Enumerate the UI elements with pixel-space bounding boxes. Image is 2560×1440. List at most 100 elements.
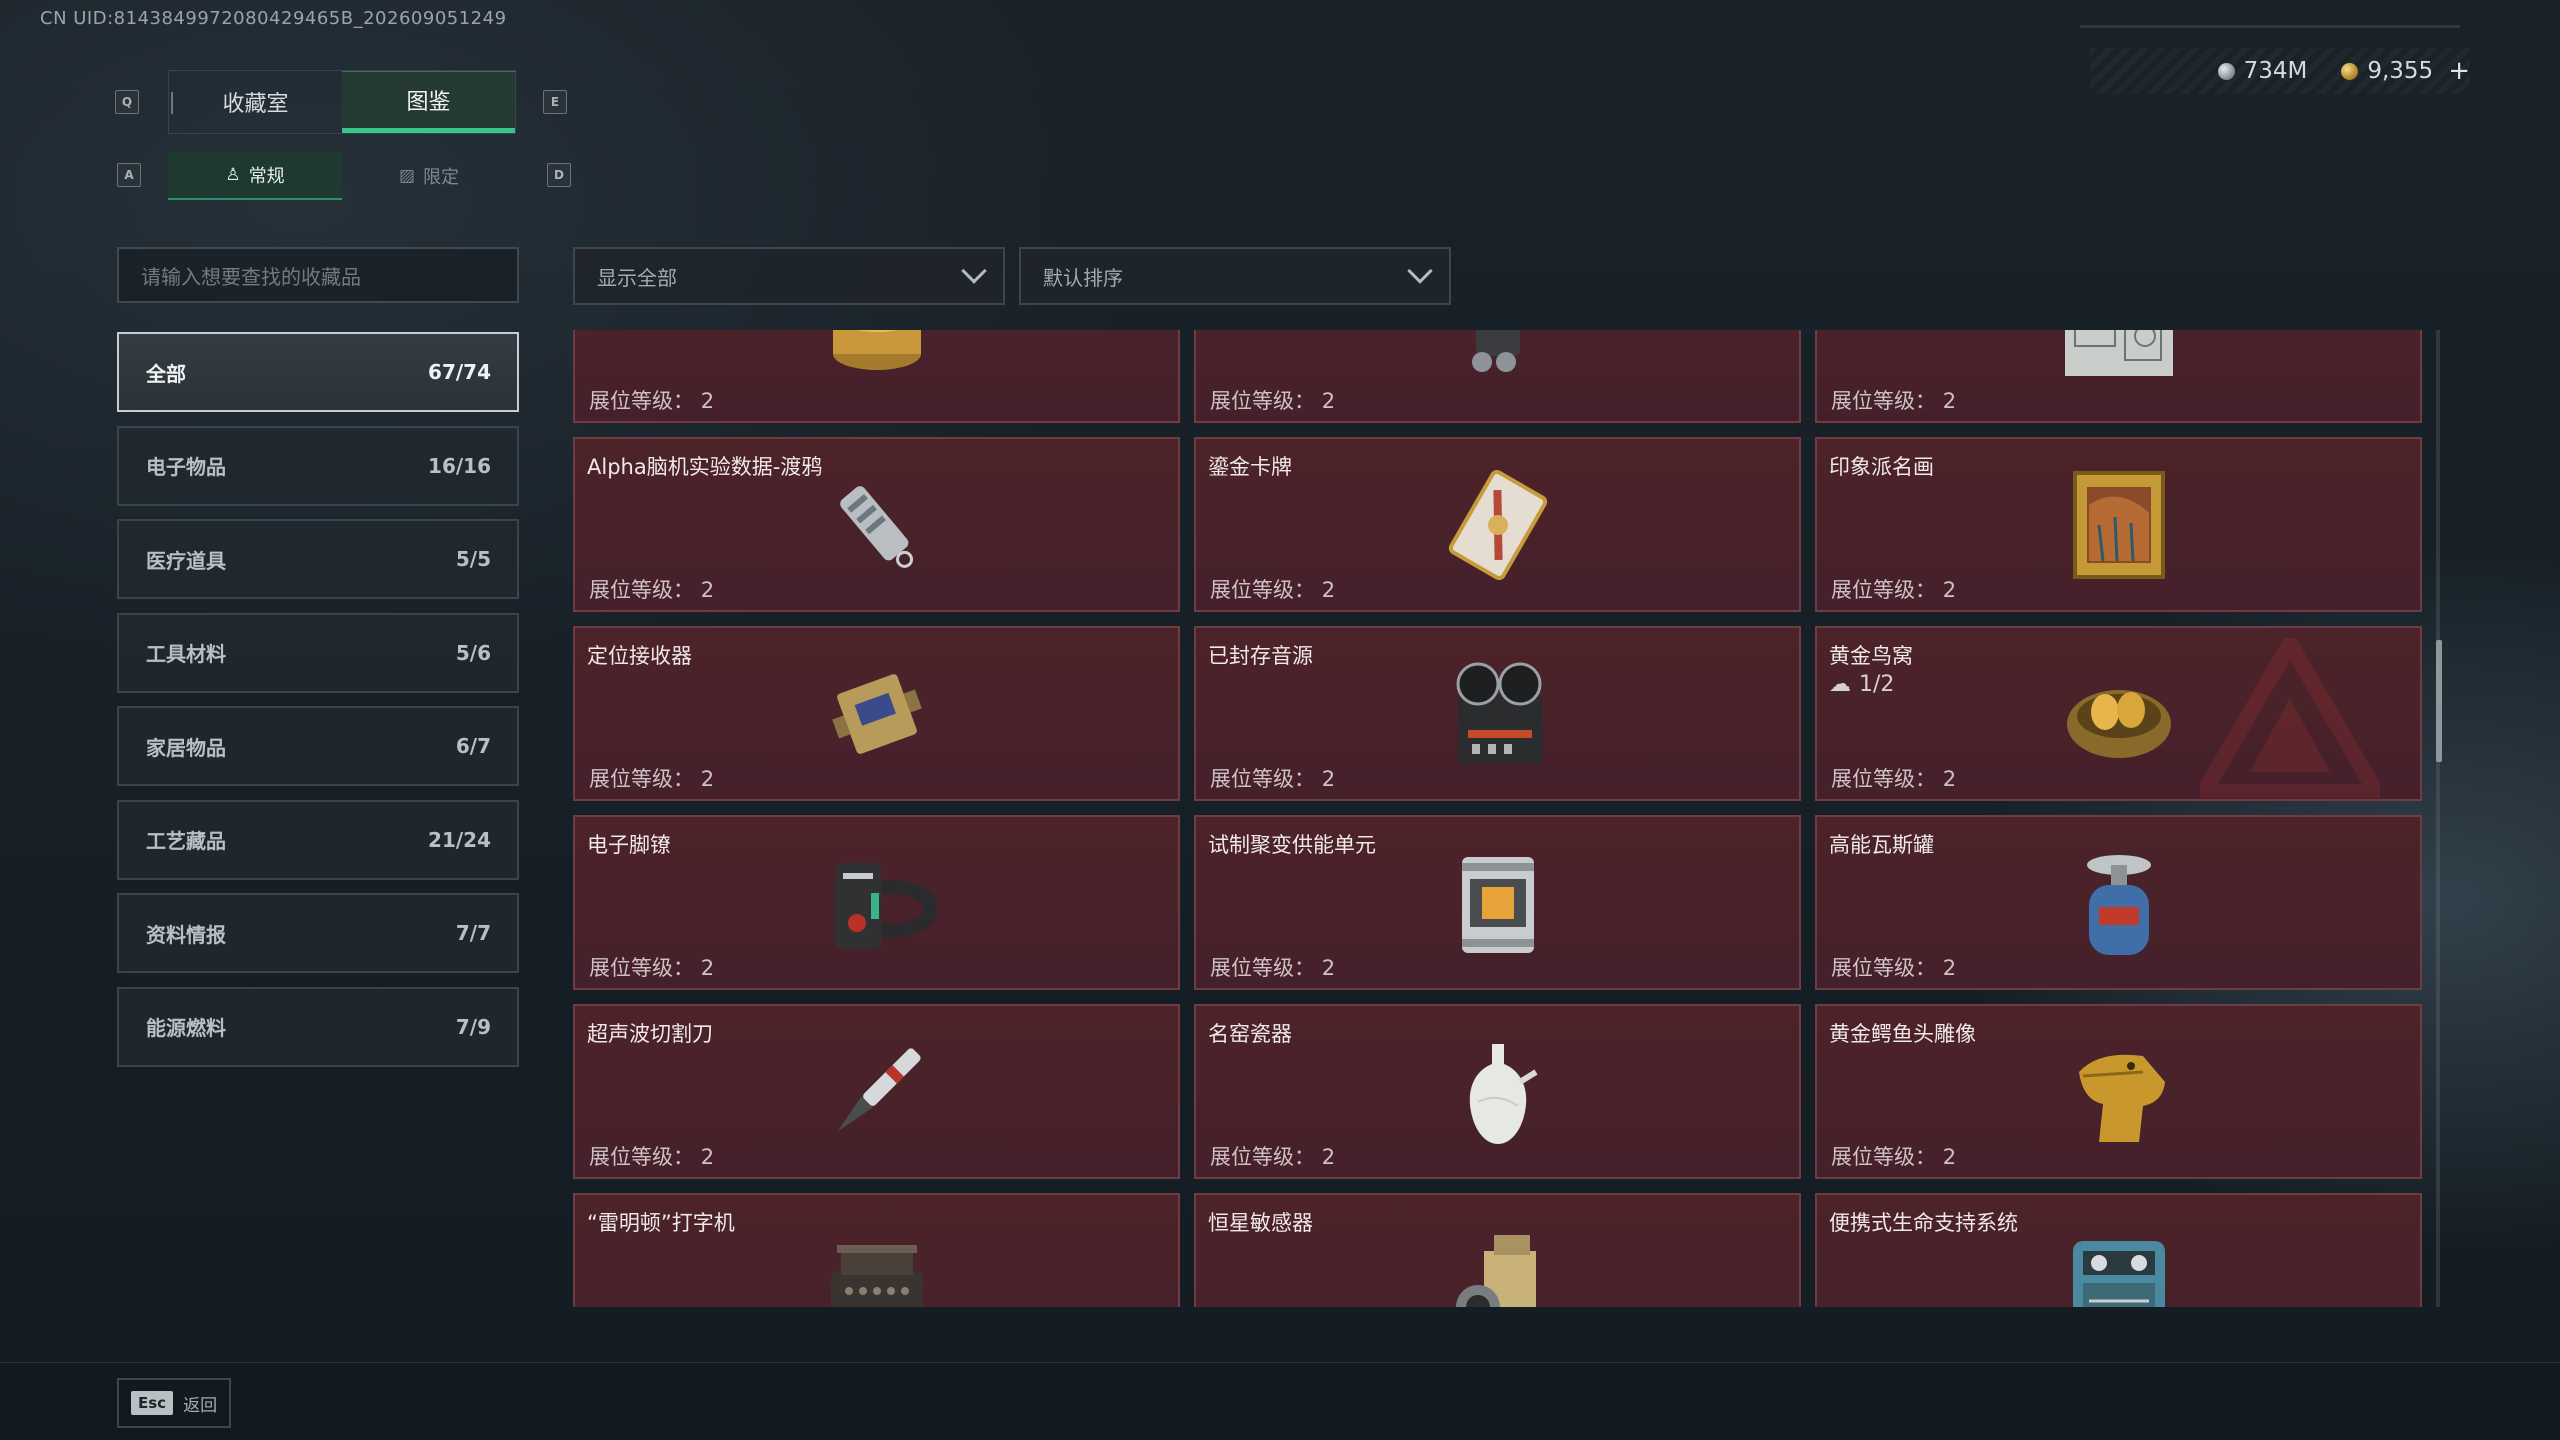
category-item[interactable]: 工艺藏品 21/24: [117, 799, 519, 880]
category-name: 能源燃料: [146, 1016, 226, 1040]
tab-separator: [171, 92, 173, 114]
reel-recorder-icon: [1428, 644, 1568, 784]
gas-canister-icon: [2049, 833, 2189, 973]
collection-card[interactable]: 已封存音源 展位等级： 2: [1194, 626, 1801, 801]
category-item[interactable]: 能源燃料 7/9: [117, 986, 519, 1067]
category-item[interactable]: 全部 67/74: [117, 332, 519, 412]
collection-card[interactable]: 电子脚镣 展位等级： 2: [573, 815, 1180, 990]
scrollbar-thumb[interactable]: [2436, 640, 2442, 762]
collection-card[interactable]: 定位接收器展位等级： 2: [573, 626, 1180, 801]
category-item[interactable]: 资料情报 7/7: [117, 893, 519, 973]
tab-label: 图鉴: [406, 90, 451, 115]
category-item[interactable]: 电子物品 16/16: [117, 425, 519, 506]
tab-limited[interactable]: ▨ 限定: [342, 152, 516, 200]
item-level: 展位等级： 2: [1210, 1141, 1335, 1171]
faction-watermark-icon: [2200, 638, 2380, 798]
level-label: 展位等级：: [1210, 1145, 1315, 1169]
receiver-icon: [807, 644, 947, 784]
level-label: 展位等级：: [1210, 767, 1315, 791]
chevron-down-icon: [961, 258, 987, 284]
category-count: 5/5: [455, 547, 491, 571]
level-value: 2: [1942, 956, 1957, 980]
collection-card[interactable]: 超声波切割刀 展位等级： 2: [573, 1004, 1180, 1179]
limited-icon: ▨: [398, 166, 416, 186]
item-name: Alpha脑机实验数据-渡鸦: [587, 455, 823, 479]
silver-amount: 734M: [2243, 58, 2308, 84]
item-level: 展位等级： 2: [1831, 385, 1956, 415]
back-button[interactable]: Esc 返回: [117, 1378, 232, 1428]
item-name: 印象派名画: [1829, 455, 1934, 479]
collection-card[interactable]: 黄金鳄鱼头雕像 展位等级： 2: [1815, 1004, 2422, 1179]
ultrasonic-knife-icon: [807, 1022, 947, 1162]
tab-regular[interactable]: ♙ 常规: [168, 152, 342, 200]
esc-key-hint: Esc: [131, 1391, 174, 1415]
level-value: 2: [1321, 389, 1336, 413]
level-label: 展位等级：: [589, 956, 694, 980]
category-item[interactable]: 家居物品 6/7: [117, 706, 519, 786]
gold-amount: 9,355: [2367, 58, 2434, 84]
collection-card[interactable]: 印象派名画 展位等级： 2: [1815, 437, 2422, 612]
level-label: 展位等级：: [1831, 956, 1936, 980]
collection-card[interactable]: 展位等级： 2: [1194, 330, 1801, 423]
item-level: 展位等级： 2: [1210, 574, 1335, 604]
filter-dropdown[interactable]: 显示全部: [573, 247, 1005, 305]
collection-card[interactable]: 鎏金卡牌展位等级： 2: [1194, 437, 1801, 612]
data-drive-icon: [807, 455, 947, 595]
item-progress: ☁ 1/2: [1829, 672, 1894, 697]
level-value: 2: [1942, 767, 1957, 791]
collection-card[interactable]: 便携式生命支持系统展位等级： 2: [1815, 1193, 2422, 1307]
item-name: 恒星敏感器: [1208, 1211, 1313, 1235]
porcelain-vase-icon: [1428, 1022, 1568, 1162]
silver-coin-icon: [2217, 62, 2235, 80]
level-label: 展位等级：: [589, 767, 694, 791]
filter-label: 显示全部: [597, 265, 677, 290]
bird-icon: ☁: [1829, 672, 1851, 697]
add-currency-button[interactable]: +: [2448, 56, 2470, 86]
collection-card[interactable]: 名窑瓷器 展位等级： 2: [1194, 1004, 1801, 1179]
item-name: 黄金鸟窝: [1829, 644, 1913, 668]
item-name: 高能瓦斯罐: [1829, 833, 1934, 857]
bottom-bar: [0, 1362, 2560, 1440]
category-item[interactable]: 医疗道具 5/5: [117, 519, 519, 599]
level-value: 2: [700, 767, 715, 791]
sort-label: 默认排序: [1043, 265, 1123, 290]
tab-collection-room[interactable]: 收藏室: [169, 71, 342, 133]
collection-card[interactable]: 展位等级： 2: [573, 330, 1180, 423]
scrollbar-track[interactable]: [2436, 330, 2440, 1307]
level-label: 展位等级：: [589, 578, 694, 602]
blueprint-icon: [2049, 330, 2189, 406]
collection-card[interactable]: 高能瓦斯罐展位等级： 2: [1815, 815, 2422, 990]
category-count: 16/16: [428, 453, 491, 478]
uid-text: CN UID:8143849972080429465B_202609051249: [40, 8, 507, 29]
collection-card[interactable]: “雷明顿”打字机展位等级： 2: [573, 1193, 1180, 1307]
gilded-card-icon: [1428, 455, 1568, 595]
gold-currency: 9,355 +: [2341, 56, 2470, 86]
item-level: 展位等级： 2: [1210, 385, 1335, 415]
level-label: 展位等级：: [589, 1145, 694, 1169]
item-name: 鎏金卡牌: [1208, 455, 1292, 479]
item-name: “雷明顿”打字机: [587, 1211, 735, 1235]
search-placeholder: 请输入想要查找的收藏品: [141, 264, 361, 289]
category-count: 7/9: [455, 1014, 491, 1039]
collection-card[interactable]: 黄金鸟窝 ☁ 1/2 展位等级： 2: [1815, 626, 2422, 801]
item-name: 超声波切割刀: [587, 1022, 713, 1046]
item-level: 展位等级： 2: [1210, 952, 1335, 982]
category-count: 21/24: [428, 827, 491, 852]
tab-label: 收藏室: [222, 92, 289, 117]
collection-grid: 展位等级： 2 展位等级： 2 展位等级： 2 Alpha脑机实验数据-渡鸦 展位等级：…: [573, 330, 2425, 1307]
collection-card[interactable]: 试制聚变供能单元 展位等级： 2: [1194, 815, 1801, 990]
level-value: 2: [1321, 956, 1336, 980]
collection-card[interactable]: 展位等级： 2: [1815, 330, 2422, 423]
tab-codex[interactable]: 图鉴: [342, 71, 515, 133]
sort-dropdown[interactable]: 默认排序: [1019, 247, 1451, 305]
search-input[interactable]: 请输入想要查找的收藏品: [117, 247, 519, 303]
item-name: 已封存音源: [1208, 644, 1313, 668]
tab-label: 常规: [248, 166, 285, 187]
level-value: 2: [1942, 389, 1957, 413]
category-item[interactable]: 工具材料 5/6: [117, 612, 519, 693]
collection-card[interactable]: Alpha脑机实验数据-渡鸦 展位等级： 2: [573, 437, 1180, 612]
item-name: 定位接收器: [587, 644, 692, 668]
category-name: 工艺藏品: [146, 829, 226, 853]
level-label: 展位等级：: [1210, 578, 1315, 602]
collection-card[interactable]: 恒星敏感器展位等级： 2: [1194, 1193, 1801, 1307]
